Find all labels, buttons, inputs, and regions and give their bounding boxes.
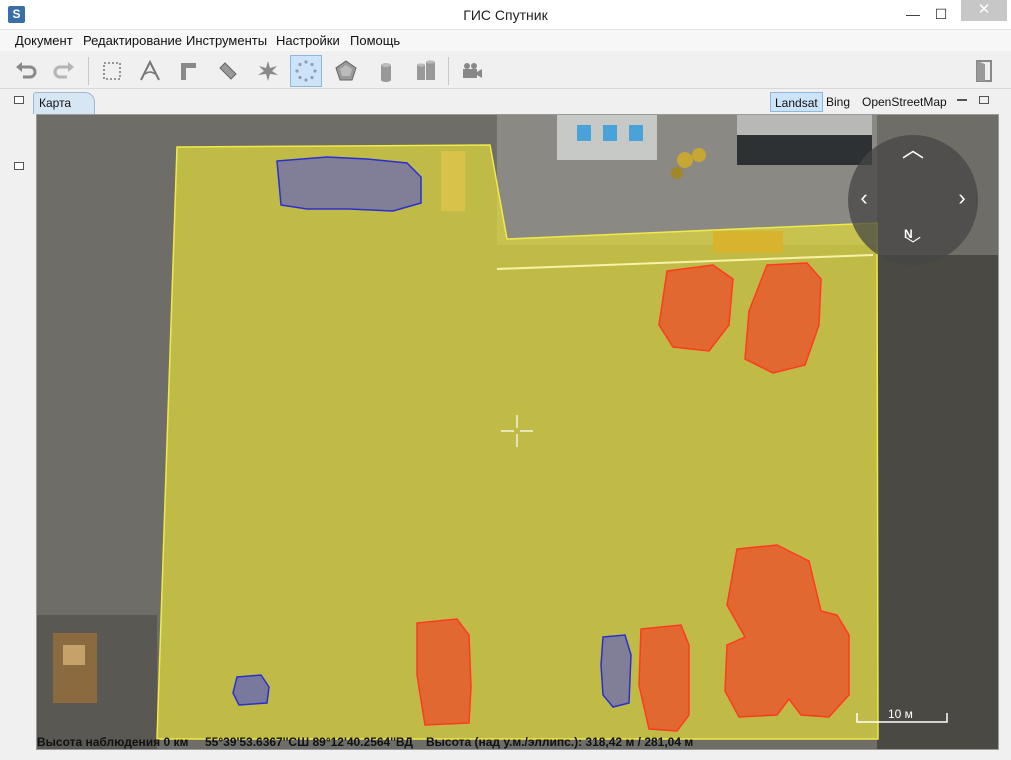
- menu-tools[interactable]: Инструменты: [186, 33, 267, 48]
- corner-icon[interactable]: [172, 55, 204, 87]
- menu-edit[interactable]: Редактирование: [83, 33, 182, 48]
- video-camera-icon[interactable]: [456, 55, 488, 87]
- exit-door-icon[interactable]: [968, 55, 1000, 87]
- vehicle-polygon: [600, 634, 632, 708]
- menu-bar: Документ Редактирование Инструменты Наст…: [0, 30, 1011, 51]
- ruler-icon[interactable]: [212, 55, 244, 87]
- pan-left-icon[interactable]: ‹: [852, 187, 876, 209]
- map-view[interactable]: ︿ ‹ › N ﹀ 10 м Высота наблюдения 0 км 55…: [36, 114, 999, 750]
- status-altitude: Высота наблюдения 0 км: [37, 735, 189, 749]
- window-title: ГИС Спутник: [463, 7, 548, 23]
- dock-restore-icon[interactable]: [14, 162, 24, 170]
- toolbar: [0, 51, 1011, 89]
- hazard-polygon: [638, 624, 690, 732]
- dock-restore-icon[interactable]: [14, 96, 24, 104]
- cylinders-icon[interactable]: [410, 55, 442, 87]
- minimize-button[interactable]: —: [899, 0, 927, 28]
- select-rect-icon[interactable]: [96, 55, 128, 87]
- pentagon-icon[interactable]: [330, 55, 362, 87]
- status-coordinates: 55°39'53.6367''СШ 89°12'40.2564''ВД: [205, 735, 413, 749]
- close-button[interactable]: ✕: [961, 0, 1007, 21]
- map-navigator[interactable]: ︿ ‹ › N ﹀: [848, 135, 978, 265]
- vehicle-polygon: [232, 674, 270, 706]
- scale-bar: 10 м: [856, 707, 948, 723]
- point-circle-icon[interactable]: [290, 55, 322, 87]
- minimize-panel-icon[interactable]: [957, 96, 967, 104]
- north-arrow-icon[interactable]: ﹀: [901, 235, 925, 257]
- maximize-button[interactable]: ☐: [927, 0, 955, 28]
- pan-up-icon[interactable]: ︿: [901, 139, 925, 161]
- crosshair-icon: [501, 415, 533, 447]
- status-bar: Высота наблюдения 0 км 55°39'53.6367''СШ…: [37, 735, 998, 749]
- redo-icon[interactable]: [48, 55, 80, 87]
- title-bar: S ГИС Спутник — ☐ ✕: [0, 0, 1011, 30]
- menu-help[interactable]: Помощь: [350, 33, 400, 48]
- scale-label: 10 м: [888, 707, 913, 721]
- map-tab-bar: Карта Landsat Bing OpenStreetMap: [33, 90, 999, 114]
- status-elevation: Высота (над у.м./эллипс.): 318,42 м / 28…: [426, 735, 694, 749]
- undo-icon[interactable]: [10, 55, 42, 87]
- layer-osm-button[interactable]: OpenStreetMap: [858, 92, 951, 112]
- cylinder-icon[interactable]: [370, 55, 402, 87]
- hazard-polygon: [416, 618, 472, 726]
- layer-bing-button[interactable]: Bing: [822, 92, 854, 112]
- tab-map[interactable]: Карта: [33, 92, 95, 114]
- menu-document[interactable]: Документ: [15, 33, 73, 48]
- vehicle-polygon: [276, 156, 422, 212]
- menu-settings[interactable]: Настройки: [276, 33, 340, 48]
- toolbar-separator: [448, 57, 449, 85]
- layer-landsat-button[interactable]: Landsat: [770, 92, 823, 112]
- toolbar-separator: [88, 57, 89, 85]
- angle-icon[interactable]: [134, 55, 166, 87]
- star-burst-icon[interactable]: [252, 55, 284, 87]
- maximize-panel-icon[interactable]: [979, 96, 989, 104]
- pan-right-icon[interactable]: ›: [950, 187, 974, 209]
